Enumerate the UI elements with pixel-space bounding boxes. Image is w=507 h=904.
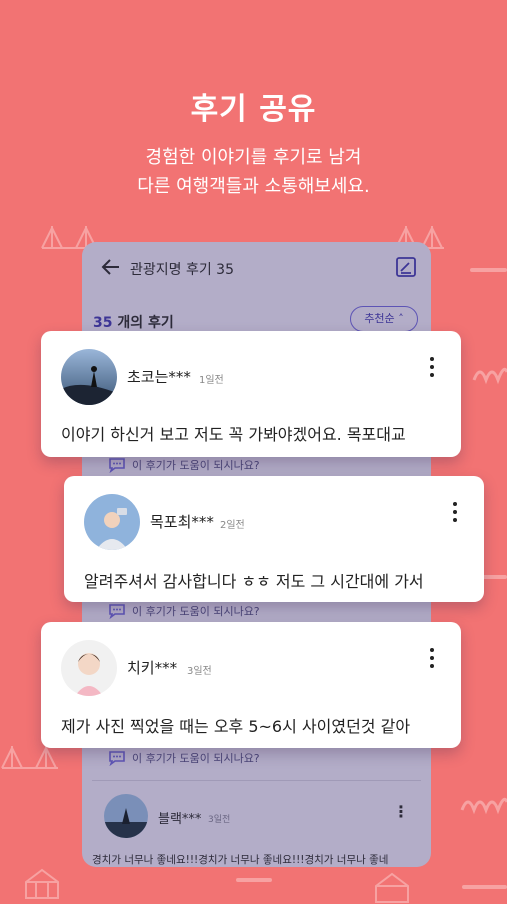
- chat-bubble-icon: [109, 604, 125, 619]
- chevron-up-icon: ˄: [398, 312, 404, 325]
- avatar[interactable]: [104, 794, 148, 838]
- deco-bar: [236, 878, 272, 882]
- chat-bubble-icon: [109, 458, 125, 473]
- chat-bubble-icon: [109, 751, 125, 766]
- review-count: 35 개의 후기: [93, 312, 174, 332]
- more-options-icon[interactable]: ⋮: [393, 802, 409, 821]
- helpful-prompt[interactable]: 이 후기가 도움이 되시나요?: [108, 750, 260, 766]
- wave-decoration: [472, 367, 507, 385]
- review-text: 경치가 너무나 좋네요!!!경치가 너무나 좋네요!!!경치가 너무나 좋네: [92, 854, 389, 866]
- deco-bar: [470, 268, 507, 272]
- page-title: 후기 공유: [190, 92, 317, 127]
- sort-button[interactable]: 추천순 ˄: [350, 306, 418, 332]
- review-time: 2일전: [220, 520, 245, 531]
- avatar[interactable]: [84, 494, 140, 550]
- review-text: 이야기 하신거 보고 저도 꼭 가봐야겠어요. 목포대교: [61, 425, 406, 444]
- page-subtitle: 경험한 이야기를 후기로 남겨 다른 여행객들과 소통해보세요.: [0, 143, 507, 201]
- review-time: 1일전: [199, 375, 224, 386]
- review-card: 치키*** 3일전 제가 사진 찍었을 때는 오후 5~6시 사이였던것 같아: [41, 622, 461, 748]
- sort-label: 추천순: [364, 312, 395, 325]
- review-author: 목포최***: [150, 513, 214, 531]
- review-author: 블랙***: [158, 812, 202, 827]
- helpful-label: 이 후기가 도움이 되시나요?: [132, 459, 260, 472]
- review-time: 3일전: [187, 666, 212, 677]
- helpful-label: 이 후기가 도움이 되시나요?: [132, 752, 260, 765]
- back-arrow-icon[interactable]: [100, 256, 122, 278]
- more-options-icon[interactable]: [429, 357, 435, 379]
- divider: [92, 780, 421, 781]
- review-card: 초코는*** 1일전 이야기 하신거 보고 저도 꼭 가봐야겠어요. 목포대교: [41, 331, 461, 457]
- review-text: 알려주셔서 감사합니다 ㅎㅎ 저도 그 시간대에 가서: [84, 572, 424, 591]
- deco-bar: [462, 885, 507, 889]
- house-decoration: [25, 868, 59, 899]
- more-options-icon[interactable]: [429, 648, 435, 670]
- review-text: 제가 사진 찍었을 때는 오후 5~6시 사이였던것 같아: [61, 717, 411, 736]
- avatar[interactable]: [61, 349, 117, 405]
- review-time: 3일전: [208, 815, 231, 825]
- helpful-prompt[interactable]: 이 후기가 도움이 되시나요?: [108, 457, 260, 473]
- wave-decoration-2: [460, 797, 507, 815]
- phone-title: 관광지명 후기 35: [130, 262, 234, 278]
- write-review-icon[interactable]: [395, 256, 417, 278]
- review-count-label: 개의 후기: [117, 315, 174, 331]
- avatar[interactable]: [61, 640, 117, 696]
- subtitle-line: 다른 여행객들과 소통해보세요.: [137, 176, 370, 197]
- review-author: 치키***: [127, 659, 178, 677]
- review-author: 초코는***: [127, 368, 191, 386]
- more-options-icon[interactable]: [452, 502, 458, 524]
- helpful-label: 이 후기가 도움이 되시나요?: [132, 605, 260, 618]
- house-decoration-right: [375, 872, 409, 903]
- phone-header: 관광지명 후기 35: [82, 242, 431, 294]
- review-card: 목포최*** 2일전 알려주셔서 감사합니다 ㅎㅎ 저도 그 시간대에 가서: [64, 476, 484, 602]
- subtitle-line: 경험한 이야기를 후기로 남겨: [145, 147, 362, 168]
- review-count-number: 35: [93, 315, 113, 331]
- helpful-prompt[interactable]: 이 후기가 도움이 되시나요?: [108, 603, 260, 619]
